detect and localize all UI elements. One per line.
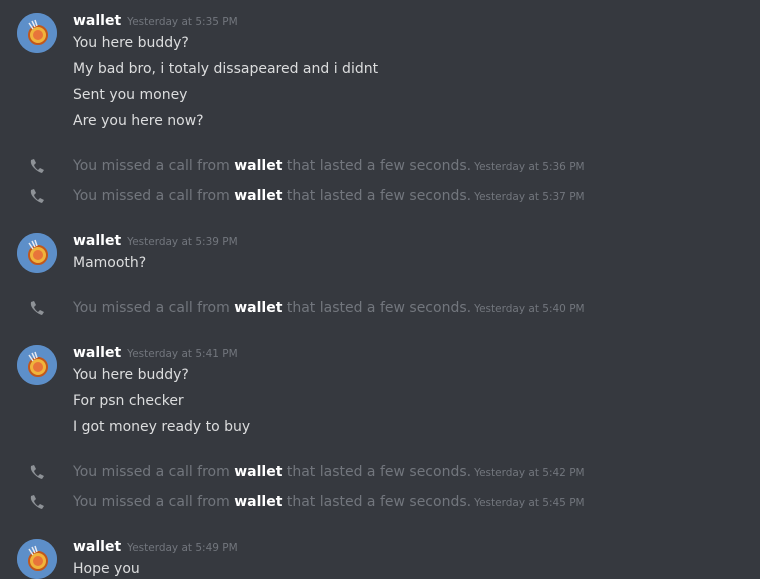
caller-name[interactable]: wallet xyxy=(234,158,282,174)
missed-call-message: You missed a call from wallet that laste… xyxy=(0,461,760,483)
username[interactable]: wallet xyxy=(73,233,121,249)
coin-avatar-icon xyxy=(17,233,57,273)
call-timestamp: Yesterday at 5:37 PM xyxy=(474,191,585,203)
caller-name[interactable]: wallet xyxy=(234,494,282,510)
username[interactable]: wallet xyxy=(73,345,121,361)
message-timestamp: Yesterday at 5:39 PM xyxy=(127,236,238,248)
user-avatar[interactable] xyxy=(17,345,57,385)
call-timestamp: Yesterday at 5:45 PM xyxy=(474,497,585,509)
call-timestamp: Yesterday at 5:40 PM xyxy=(474,303,585,315)
call-suffix: that lasted a few seconds. xyxy=(282,494,472,510)
username[interactable]: wallet xyxy=(73,539,121,555)
message-timestamp: Yesterday at 5:35 PM xyxy=(127,16,238,28)
message-text: Are you here now? xyxy=(73,113,204,129)
caller-name[interactable]: wallet xyxy=(234,464,282,480)
call-timestamp: Yesterday at 5:36 PM xyxy=(474,161,585,173)
missed-call-message: You missed a call from wallet that laste… xyxy=(0,185,760,207)
phone-missed-icon xyxy=(30,189,44,203)
call-suffix: that lasted a few seconds. xyxy=(282,464,472,480)
phone-missed-icon xyxy=(30,301,44,315)
call-suffix: that lasted a few seconds. xyxy=(282,188,472,204)
user-avatar[interactable] xyxy=(17,13,57,53)
coin-avatar-icon xyxy=(17,345,57,385)
message-text: Mamooth? xyxy=(73,255,147,271)
message-text: For psn checker xyxy=(73,393,184,409)
user-avatar[interactable] xyxy=(17,539,57,579)
phone-missed-icon xyxy=(30,159,44,173)
caller-name[interactable]: wallet xyxy=(234,188,282,204)
message-text: You here buddy? xyxy=(73,35,189,51)
message-text: Hope you xyxy=(73,561,140,577)
call-prefix: You missed a call from xyxy=(73,188,235,204)
coin-avatar-icon xyxy=(17,13,57,53)
message-text: You here buddy? xyxy=(73,367,189,383)
phone-missed-icon xyxy=(30,465,44,479)
message-text: My bad bro, i totaly dissapeared and i d… xyxy=(73,61,379,77)
missed-call-message: You missed a call from wallet that laste… xyxy=(0,155,760,177)
message-timestamp: Yesterday at 5:41 PM xyxy=(127,348,238,360)
message-text: Sent you money xyxy=(73,87,188,103)
missed-call-message: You missed a call from wallet that laste… xyxy=(0,297,760,319)
call-prefix: You missed a call from xyxy=(73,158,235,174)
coin-avatar-icon xyxy=(17,539,57,579)
phone-missed-icon xyxy=(30,495,44,509)
message-text: I got money ready to buy xyxy=(73,419,251,435)
message-timestamp: Yesterday at 5:49 PM xyxy=(127,542,238,554)
missed-call-message: You missed a call from wallet that laste… xyxy=(0,491,760,513)
user-avatar[interactable] xyxy=(17,233,57,273)
call-suffix: that lasted a few seconds. xyxy=(282,158,472,174)
caller-name[interactable]: wallet xyxy=(234,300,282,316)
call-timestamp: Yesterday at 5:42 PM xyxy=(474,467,585,479)
call-prefix: You missed a call from xyxy=(73,494,235,510)
call-prefix: You missed a call from xyxy=(73,300,235,316)
call-prefix: You missed a call from xyxy=(73,464,235,480)
call-suffix: that lasted a few seconds. xyxy=(282,300,472,316)
username[interactable]: wallet xyxy=(73,13,121,29)
